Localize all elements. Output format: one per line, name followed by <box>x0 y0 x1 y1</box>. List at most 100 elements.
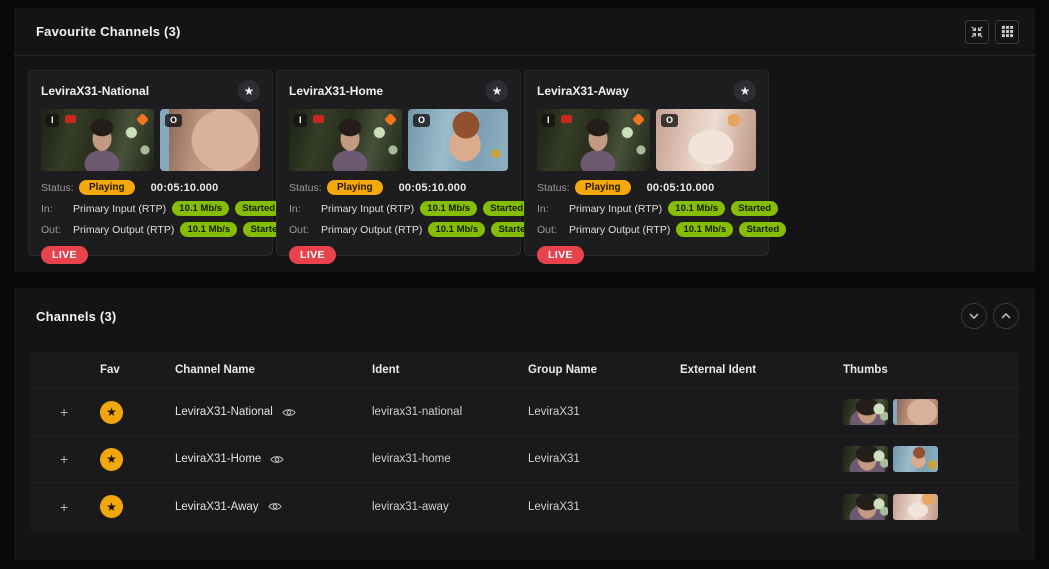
favourite-toggle-button[interactable]: ★ <box>100 401 123 424</box>
favourite-star-button[interactable]: ★ <box>734 80 756 102</box>
input-thumbnail[interactable] <box>843 446 888 472</box>
row-expander-button[interactable]: + <box>30 499 100 515</box>
favourite-star-button[interactable]: ★ <box>486 80 508 102</box>
table-row[interactable]: + ★ LeviraX31-Away levirax31-away Levira… <box>30 483 1019 530</box>
grid-view-button[interactable] <box>995 20 1019 44</box>
live-badge: LIVE <box>289 246 336 264</box>
timecode: 00:05:10.000 <box>647 182 715 194</box>
output-thumbnail[interactable] <box>893 494 938 520</box>
eye-icon[interactable] <box>270 454 284 465</box>
table-row[interactable]: + ★ LeviraX31-National levirax31-nationa… <box>30 389 1019 436</box>
star-icon: ★ <box>740 84 751 98</box>
output-name: Primary Output (RTP) <box>73 224 174 236</box>
output-name: Primary Output (RTP) <box>321 224 422 236</box>
output-overlay-badge: O <box>413 114 430 127</box>
channel-name: LeviraX31-Home <box>175 453 261 465</box>
input-overlay-badge: I <box>46 114 59 127</box>
output-name: Primary Output (RTP) <box>569 224 670 236</box>
channel-name: LeviraX31-Away <box>175 501 259 513</box>
out-label: Out: <box>41 224 67 236</box>
favourite-star-button[interactable]: ★ <box>238 80 260 102</box>
favourite-channels-header: Favourite Channels (3) <box>14 8 1035 56</box>
row-thumbs <box>843 494 1019 520</box>
timecode: 00:05:10.000 <box>151 182 219 194</box>
out-label: Out: <box>289 224 315 236</box>
group-name: LeviraX31 <box>528 501 680 513</box>
row-thumbs <box>843 446 1019 472</box>
output-bitrate-badge: 10.1 Mb/s <box>428 222 485 237</box>
status-badge: Playing <box>575 180 631 195</box>
output-bitrate-badge: 10.1 Mb/s <box>676 222 733 237</box>
channel-card-home: LeviraX31-Home ★ I O Status: Playing 00:… <box>276 70 521 256</box>
channel-card-title: LeviraX31-National <box>41 84 149 98</box>
row-expander-button[interactable]: + <box>30 404 100 420</box>
chevron-down-icon <box>968 310 980 322</box>
output-thumbnail[interactable] <box>893 399 938 425</box>
col-thumbs: Thumbs <box>843 364 1019 376</box>
col-channel-name: Channel Name <box>175 364 372 376</box>
collapse-view-button[interactable] <box>965 20 989 44</box>
group-name: LeviraX31 <box>528 453 680 465</box>
expand-all-button[interactable] <box>993 303 1019 329</box>
status-label: Status: <box>41 182 79 194</box>
favourite-toggle-button[interactable]: ★ <box>100 448 123 471</box>
channel-card-title: LeviraX31-Away <box>537 84 629 98</box>
output-video-thumbnail[interactable]: O <box>160 109 260 171</box>
input-bitrate-badge: 10.1 Mb/s <box>668 201 725 216</box>
input-name: Primary Input (RTP) <box>569 203 662 215</box>
input-video-thumbnail[interactable]: I <box>289 109 402 171</box>
star-icon: ★ <box>492 84 503 98</box>
group-name: LeviraX31 <box>528 406 680 418</box>
input-thumbnail[interactable] <box>843 399 888 425</box>
status-badge: Playing <box>79 180 135 195</box>
channel-ident: levirax31-national <box>372 406 528 418</box>
input-thumbnail[interactable] <box>843 494 888 520</box>
channel-bug-icon <box>384 113 397 126</box>
channel-ident: levirax31-home <box>372 453 528 465</box>
input-name: Primary Input (RTP) <box>321 203 414 215</box>
input-video-thumbnail[interactable]: I <box>537 109 650 171</box>
star-icon: ★ <box>244 84 255 98</box>
output-overlay-badge: O <box>661 114 678 127</box>
channels-title: Channels (3) <box>36 309 116 324</box>
eye-icon[interactable] <box>282 407 296 418</box>
collapse-all-button[interactable] <box>961 303 987 329</box>
channels-header: Channels (3) <box>14 288 1035 344</box>
status-label: Status: <box>289 182 327 194</box>
row-thumbs <box>843 399 1019 425</box>
col-ident: Ident <box>372 364 528 376</box>
output-state-badge: Started <box>739 222 786 237</box>
channel-ident: levirax31-away <box>372 501 528 513</box>
favourite-cards-row: LeviraX31-National ★ I O Status: Playing… <box>14 56 1035 270</box>
input-state-badge: Started <box>731 201 778 216</box>
live-badge: LIVE <box>537 246 584 264</box>
status-badge: Playing <box>327 180 383 195</box>
output-video-thumbnail[interactable]: O <box>408 109 508 171</box>
input-name: Primary Input (RTP) <box>73 203 166 215</box>
table-row[interactable]: + ★ LeviraX31-Home levirax31-home Levira… <box>30 436 1019 483</box>
live-badge: LIVE <box>41 246 88 264</box>
favourite-toggle-button[interactable]: ★ <box>100 495 123 518</box>
favourite-channels-panel: Favourite Channels (3) <box>14 8 1035 272</box>
row-expander-button[interactable]: + <box>30 451 100 467</box>
output-thumbnail[interactable] <box>893 446 938 472</box>
input-overlay-badge: I <box>294 114 307 127</box>
broadcaster-logo-icon <box>313 115 324 123</box>
input-bitrate-badge: 10.1 Mb/s <box>420 201 477 216</box>
output-video-thumbnail[interactable]: O <box>656 109 756 171</box>
favourite-channels-title: Favourite Channels (3) <box>36 24 181 39</box>
channel-card-title: LeviraX31-Home <box>289 84 383 98</box>
channel-card-national: LeviraX31-National ★ I O Status: Playing… <box>28 70 273 256</box>
favourite-panel-actions <box>965 20 1019 44</box>
eye-icon[interactable] <box>268 501 282 512</box>
in-label: In: <box>537 203 563 215</box>
broadcaster-logo-icon <box>65 115 76 123</box>
broadcaster-logo-icon <box>561 115 572 123</box>
in-label: In: <box>41 203 67 215</box>
channel-bug-icon <box>632 113 645 126</box>
grid-icon <box>1001 25 1014 38</box>
col-external-ident: External Ident <box>680 364 843 376</box>
collapse-arrows-icon <box>970 25 984 39</box>
channel-bug-icon <box>136 113 149 126</box>
input-video-thumbnail[interactable]: I <box>41 109 154 171</box>
